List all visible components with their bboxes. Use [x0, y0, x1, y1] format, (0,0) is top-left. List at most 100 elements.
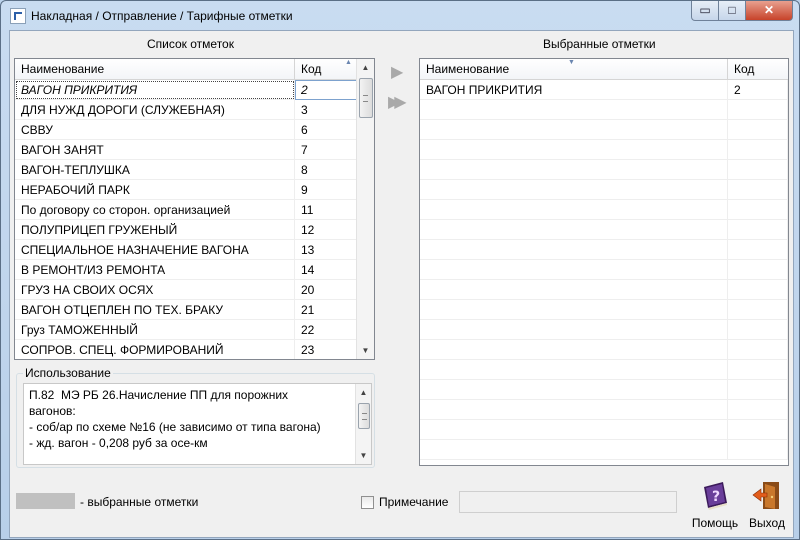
selected-column-header-code[interactable]: Код [728, 59, 788, 80]
row-code-cell: 13 [295, 240, 357, 260]
row-code-cell: 6 [295, 120, 357, 140]
row-name-cell [420, 440, 728, 460]
legend-swatch [16, 493, 75, 509]
usage-label: Использование [23, 366, 113, 380]
help-button[interactable]: ? Помощь [689, 479, 741, 530]
row-name-cell: СПЕЦИАЛЬНОЕ НАЗНАЧЕНИЕ ВАГОНА [15, 240, 295, 260]
row-code-cell [728, 420, 788, 440]
row-code-cell: 12 [295, 220, 357, 240]
selected-grid-body: ВАГОН ПРИКРИТИЯ 2 [420, 80, 788, 460]
exit-button[interactable]: Выход [745, 479, 789, 530]
usage-scroll-down-icon[interactable]: ▼ [356, 447, 371, 464]
window-title: Накладная / Отправление / Тарифные отмет… [31, 9, 293, 23]
note-checkbox[interactable] [361, 496, 374, 509]
row-code-cell [728, 140, 788, 160]
scroll-down-icon[interactable]: ▼ [357, 342, 374, 359]
usage-scroll-thumb[interactable] [358, 403, 370, 429]
row-code-cell [728, 200, 788, 220]
table-row[interactable]: СПЕЦИАЛЬНОЕ НАЗНАЧЕНИЕ ВАГОНА 13 [15, 240, 357, 260]
exit-door-icon [752, 482, 779, 509]
row-name-cell: ВАГОН-ТЕПЛУШКА [15, 160, 295, 180]
table-row[interactable]: ВАГОН ПРИКРИТИЯ 2 [15, 80, 357, 100]
row-name-cell [420, 120, 728, 140]
table-row[interactable]: ВАГОН ОТЦЕПЛЕН ПО ТЕХ. БРАКУ 21 [15, 300, 357, 320]
table-row [420, 240, 788, 260]
table-row [420, 160, 788, 180]
row-code-cell [728, 260, 788, 280]
table-row [420, 100, 788, 120]
row-code-cell [728, 400, 788, 420]
table-row[interactable]: ВАГОН-ТЕПЛУШКА 8 [15, 160, 357, 180]
table-row[interactable]: СОПРОВ. СПЕЦ. ФОРМИРОВАНИЙ 23 [15, 340, 357, 359]
row-name-cell: ДЛЯ НУЖД ДОРОГИ (СЛУЖЕБНАЯ) [15, 100, 295, 120]
row-name-cell [420, 260, 728, 280]
row-code-cell [728, 320, 788, 340]
available-grid-scrollbar[interactable]: ▲ ▼ [356, 59, 374, 359]
table-row[interactable]: ВАГОН ПРИКРИТИЯ 2 [420, 80, 788, 100]
row-code-cell [728, 380, 788, 400]
row-code-cell: 7 [295, 140, 357, 160]
row-name-cell [420, 220, 728, 240]
row-name-cell: ПОЛУПРИЦЕП ГРУЖЕНЫЙ [15, 220, 295, 240]
usage-scrollbar[interactable]: ▲ ▼ [355, 384, 371, 464]
column-header-code[interactable]: Код ▲ [295, 59, 357, 80]
row-code-cell [728, 280, 788, 300]
row-code-cell: 14 [295, 260, 357, 280]
selected-marks-grid[interactable]: Наименование ▼ Код ВАГОН ПРИКРИТИЯ 2 [419, 58, 789, 466]
note-input[interactable] [459, 491, 677, 513]
column-header-name[interactable]: Наименование [15, 59, 295, 80]
row-name-cell [420, 380, 728, 400]
usage-text: П.82 МЭ РБ 26.Начисление ПП для порожних… [29, 388, 321, 450]
table-row[interactable]: Груз ТАМОЖЕННЫЙ 22 [15, 320, 357, 340]
table-row [420, 380, 788, 400]
row-code-cell: 20 [295, 280, 357, 300]
row-name-cell: По договору со сторон. организацией [15, 200, 295, 220]
available-grid-header: Наименование Код ▲ [15, 59, 357, 80]
row-code-cell: 23 [295, 340, 357, 359]
table-row[interactable]: По договору со сторон. организацией 11 [15, 200, 357, 220]
row-code-cell: 9 [295, 180, 357, 200]
add-all-button[interactable]: ▶▶ [388, 95, 406, 111]
row-name-cell [420, 300, 728, 320]
table-row[interactable]: В РЕМОНТ/ИЗ РЕМОНТА 14 [15, 260, 357, 280]
app-window: Накладная / Отправление / Тарифные отмет… [0, 0, 800, 540]
table-row [420, 140, 788, 160]
row-code-cell [728, 160, 788, 180]
scroll-thumb[interactable] [359, 78, 373, 118]
table-row[interactable]: НЕРАБОЧИЙ ПАРК 9 [15, 180, 357, 200]
maximize-button[interactable]: □ [718, 1, 746, 21]
table-row [420, 280, 788, 300]
row-name-cell: СВВУ [15, 120, 295, 140]
table-row [420, 340, 788, 360]
usage-memo[interactable]: П.82 МЭ РБ 26.Начисление ПП для порожних… [23, 383, 372, 465]
table-row [420, 260, 788, 280]
table-row[interactable]: ВАГОН ЗАНЯТ 7 [15, 140, 357, 160]
table-row [420, 320, 788, 340]
row-name-cell [420, 100, 728, 120]
title-bar[interactable]: Накладная / Отправление / Тарифные отмет… [1, 1, 799, 29]
table-row [420, 120, 788, 140]
add-selected-button[interactable]: ▶ [391, 65, 403, 81]
minimize-button[interactable]: ▭ [691, 1, 719, 21]
table-row[interactable]: ПОЛУПРИЦЕП ГРУЖЕНЫЙ 12 [15, 220, 357, 240]
row-name-cell [420, 140, 728, 160]
table-row[interactable]: ДЛЯ НУЖД ДОРОГИ (СЛУЖЕБНАЯ) 3 [15, 100, 357, 120]
note-label[interactable]: Примечание [379, 495, 448, 509]
close-button[interactable]: ✕ [745, 1, 793, 21]
table-row[interactable]: СВВУ 6 [15, 120, 357, 140]
selected-column-header-name[interactable]: Наименование ▼ [420, 59, 728, 80]
row-name-cell: ВАГОН ПРИКРИТИЯ [15, 80, 295, 100]
scroll-up-icon[interactable]: ▲ [357, 59, 374, 76]
table-row [420, 360, 788, 380]
table-row [420, 180, 788, 200]
available-marks-grid[interactable]: Наименование Код ▲ ВАГОН ПРИКРИТИЯ 2 ДЛЯ Н… [14, 58, 375, 360]
available-grid-body: ВАГОН ПРИКРИТИЯ 2 ДЛЯ НУЖД ДОРОГИ (СЛУЖЕБН… [15, 80, 357, 359]
row-name-cell: Груз ТАМОЖЕННЫЙ [15, 320, 295, 340]
row-name-cell [420, 180, 728, 200]
row-name-cell: ВАГОН ОТЦЕПЛЕН ПО ТЕХ. БРАКУ [15, 300, 295, 320]
row-code-cell: 3 [295, 100, 357, 120]
sort-ascending-icon: ▲ [345, 59, 352, 66]
table-row[interactable]: ГРУЗ НА СВОИХ ОСЯХ 20 [15, 280, 357, 300]
usage-scroll-up-icon[interactable]: ▲ [356, 384, 371, 401]
row-name-cell [420, 200, 728, 220]
